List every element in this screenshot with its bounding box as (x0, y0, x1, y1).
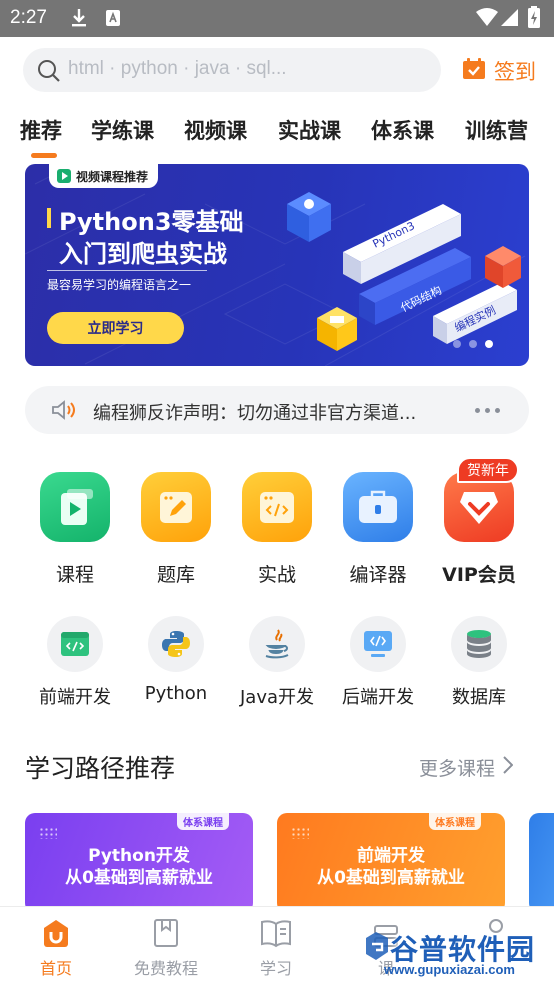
path-card-python[interactable]: 体系课程 Python开发 从0基础到高薪就业 (25, 813, 253, 913)
signin-label: 签到 (494, 60, 536, 84)
entry-frontend-label: 前端开发 (39, 687, 111, 708)
category-tabs: 推荐 学练课 视频课 实战课 体系课 训练营 (0, 115, 554, 159)
watermark-url: www.gupuxiazai.com (384, 962, 515, 977)
open-book-icon (221, 917, 331, 949)
tab-system-course[interactable]: 体系课 (371, 115, 434, 145)
card-dots-decoration (291, 827, 309, 839)
yellow-cube-icon (317, 307, 357, 351)
vip-new-year-badge: 贺新年 (457, 457, 519, 483)
question-bank-icon (141, 472, 211, 542)
banner-tag: 视频课程推荐 (49, 164, 159, 188)
carousel-dot-active[interactable] (485, 340, 493, 348)
banner-divider (47, 270, 207, 271)
tab-bootcamp[interactable]: 训练营 (465, 115, 528, 145)
more-dots-icon[interactable] (475, 408, 505, 413)
banner-isometric-blocks-illustration: Python3 代码结构 编程实例 (287, 192, 521, 351)
carousel-dot[interactable] (453, 340, 461, 348)
entry-python[interactable]: Python (126, 616, 226, 704)
search-box[interactable]: html · python · java · sql... (23, 48, 441, 92)
wifi-icon (476, 7, 498, 31)
card-dots-decoration (39, 827, 57, 839)
database-icon (451, 616, 507, 672)
search-placeholder: html · python · java · sql... (68, 58, 287, 79)
path-card-partial[interactable] (529, 813, 554, 913)
banner-accent-bar (47, 208, 51, 228)
battery-icon (528, 6, 540, 32)
entry-vip[interactable]: VIP会员 (429, 472, 529, 587)
nav-study[interactable]: 学习 (221, 917, 331, 979)
tab-recommend[interactable]: 推荐 (20, 115, 62, 145)
download-icon (70, 8, 88, 32)
status-bar: 2:27 (0, 0, 554, 37)
status-time: 2:27 (10, 7, 47, 28)
calendar-check-icon (462, 57, 486, 85)
tab-active-indicator (31, 153, 57, 158)
nav-home-label: 首页 (39, 959, 72, 978)
site-watermark: 谷普软件园 www.gupuxiazai.com (362, 926, 554, 984)
signin-button[interactable]: 签到 (462, 56, 536, 86)
card-subtitle: 从0基础到高薪就业 (65, 868, 213, 888)
promo-banner[interactable]: 视频课程推荐 Python3零基础 入门到爬虫实战 最容易学习的编程语言之一 立… (25, 164, 529, 366)
card-tag: 体系课程 (177, 813, 229, 830)
frontend-icon (47, 616, 103, 672)
storage-notification-icon (104, 8, 122, 32)
watermark-logo-icon (366, 932, 388, 960)
entry-compiler[interactable]: 编译器 (328, 472, 428, 587)
nav-free-tutorials[interactable]: 免费教程 (111, 917, 221, 979)
java-icon (249, 616, 305, 672)
chevron-right-icon (503, 756, 514, 779)
more-courses-link[interactable]: 更多课程 (419, 754, 514, 781)
video-play-icon (57, 169, 71, 183)
entry-database[interactable]: 数据库 (429, 616, 529, 709)
signal-icon (501, 7, 519, 31)
banner-learn-now-button[interactable]: 立即学习 (47, 312, 184, 344)
tab-video-course[interactable]: 视频课 (184, 115, 247, 145)
compiler-toolbox-icon (343, 472, 413, 542)
backend-icon (350, 616, 406, 672)
red-cube-icon (485, 246, 521, 288)
entry-practice[interactable]: 实战 (227, 472, 327, 587)
entry-java[interactable]: Java开发 (227, 616, 327, 709)
entry-vip-label: VIP会员 (442, 564, 516, 586)
announcement-text: 编程狮反诈声明：切勿通过非官方渠道... (93, 403, 417, 424)
entry-question-bank-label: 题库 (156, 564, 195, 586)
search-icon (37, 59, 61, 87)
entry-python-label: Python (144, 683, 208, 704)
section-title: 学习路径推荐 (25, 754, 176, 783)
tab-project-course[interactable]: 实战课 (278, 115, 341, 145)
entry-compiler-label: 编译器 (349, 564, 407, 586)
announcement-bar[interactable]: 编程狮反诈声明：切勿通过非官方渠道... (25, 386, 529, 434)
home-icon (1, 917, 111, 949)
python-icon (148, 616, 204, 672)
tab-practice-course[interactable]: 学练课 (91, 115, 154, 145)
nav-home[interactable]: 首页 (1, 917, 111, 979)
speaker-icon (51, 400, 79, 424)
entry-question-bank[interactable]: 题库 (126, 472, 226, 587)
entry-backend[interactable]: 后端开发 (328, 616, 428, 709)
banner-title-line2: 入门到爬虫实战 (59, 240, 227, 268)
entry-course-label: 课程 (55, 564, 94, 586)
course-icon (40, 472, 110, 542)
entry-database-label: 数据库 (452, 687, 506, 708)
entry-frontend[interactable]: 前端开发 (25, 616, 125, 709)
banner-title-line1: Python3零基础 (59, 208, 244, 236)
blue-cube-icon (287, 192, 331, 242)
entry-backend-label: 后端开发 (342, 687, 414, 708)
entry-course[interactable]: 课程 (25, 472, 125, 587)
card-subtitle: 从0基础到高薪就业 (317, 868, 465, 888)
card-tag: 体系课程 (429, 813, 481, 830)
entry-practice-label: 实战 (257, 564, 296, 586)
nav-study-label: 学习 (259, 959, 292, 978)
entry-java-label: Java开发 (239, 687, 315, 708)
nav-free-tutorials-label: 免费教程 (133, 959, 198, 978)
bookmark-book-icon (111, 917, 221, 949)
carousel-dot[interactable] (469, 340, 477, 348)
banner-subtitle: 最容易学习的编程语言之一 (47, 278, 192, 292)
banner-carousel-indicator (453, 340, 501, 348)
practice-code-icon (242, 472, 312, 542)
path-card-frontend[interactable]: 体系课程 前端开发 从0基础到高薪就业 (277, 813, 505, 913)
